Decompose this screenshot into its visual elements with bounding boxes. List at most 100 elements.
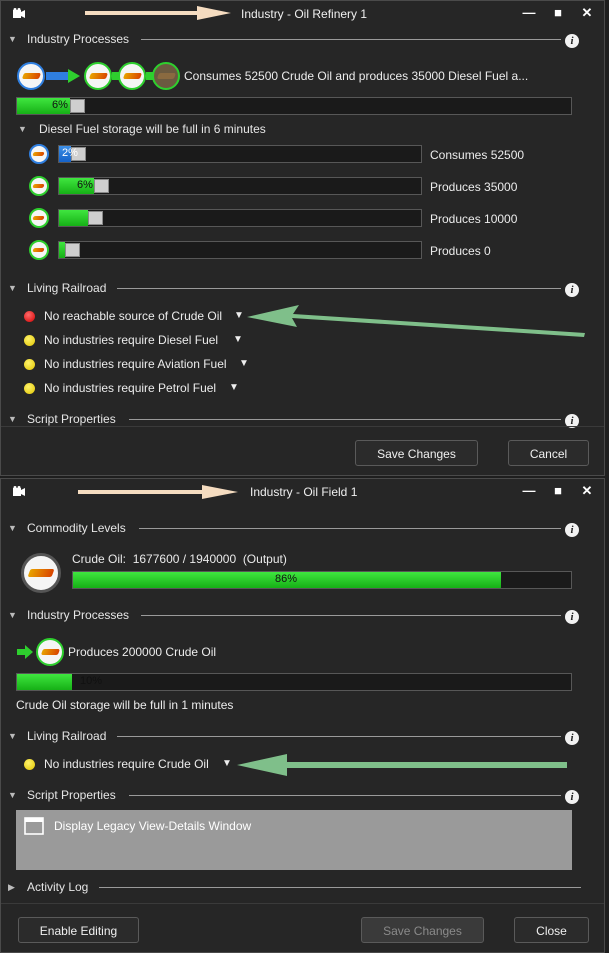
maximize-icon[interactable]: ■ xyxy=(551,6,565,20)
section-storage[interactable]: ▼ Diesel Fuel storage will be full in 6 … xyxy=(1,121,604,139)
section-label: Commodity Levels xyxy=(27,521,126,535)
collapse-triangle-icon[interactable]: ▼ xyxy=(18,124,27,134)
expand-triangle-icon[interactable]: ▶ xyxy=(8,882,15,893)
section-industry-processes[interactable]: ▼ Industry Processes i xyxy=(1,607,604,625)
section-label: Industry Processes xyxy=(27,608,130,622)
section-industry-processes[interactable]: ▼ Industry Processes i xyxy=(1,31,604,49)
info-icon[interactable]: i xyxy=(565,34,579,48)
info-icon[interactable]: i xyxy=(565,790,579,804)
legacy-view-button[interactable]: Display Legacy View-Details Window xyxy=(24,816,251,836)
close-icon[interactable]: ✕ xyxy=(580,6,594,20)
railroad-item-text: No industries require Crude Oil xyxy=(44,757,209,771)
section-label: Industry Processes xyxy=(27,32,130,46)
triangle-down-icon[interactable]: ▼ xyxy=(229,382,239,393)
section-living-railroad[interactable]: ▼ Living Railroad i xyxy=(1,728,604,746)
storage-bar xyxy=(58,241,422,259)
titlebar[interactable]: Industry - Oil Field 1 — ■ ✕ xyxy=(1,479,604,505)
commodity-kind: (Output) xyxy=(242,552,287,566)
section-script-properties[interactable]: ▼ Script Properties i xyxy=(1,787,604,805)
annotation-arrow-left xyxy=(237,754,567,776)
storage-bar xyxy=(58,209,422,227)
save-changes-button[interactable]: Save Changes xyxy=(361,917,484,943)
section-divider xyxy=(141,615,561,616)
camera-icon[interactable] xyxy=(13,8,25,18)
triangle-down-icon[interactable]: ▼ xyxy=(239,358,249,369)
status-dot-red xyxy=(24,311,35,322)
process-arrow-icon xyxy=(17,645,33,659)
cancel-button[interactable]: Cancel xyxy=(508,440,589,466)
section-divider xyxy=(139,528,561,529)
triangle-down-icon[interactable]: ▼ xyxy=(233,334,243,345)
maximize-icon[interactable]: ■ xyxy=(551,484,565,498)
storage-bar: 6% xyxy=(58,177,422,195)
collapse-triangle-icon[interactable]: ▼ xyxy=(8,790,17,800)
crude-oil-icon xyxy=(21,553,61,593)
window-icon xyxy=(24,817,44,835)
info-icon[interactable]: i xyxy=(565,523,579,537)
collapse-triangle-icon[interactable]: ▼ xyxy=(8,523,17,533)
progress-fill xyxy=(59,210,88,226)
annotation-arrow-right xyxy=(78,485,238,499)
status-dot-yellow xyxy=(24,383,35,394)
titlebar[interactable]: Industry - Oil Refinery 1 — ■ ✕ xyxy=(1,1,604,27)
railroad-item-text: No reachable source of Crude Oil xyxy=(44,309,223,323)
collapse-triangle-icon[interactable]: ▼ xyxy=(8,414,17,424)
minimize-icon[interactable]: — xyxy=(522,6,536,20)
petrol-fuel-icon xyxy=(29,240,49,260)
progress-fill xyxy=(17,674,72,690)
section-label: Living Railroad xyxy=(27,729,107,743)
minimize-icon[interactable]: — xyxy=(522,484,536,498)
process-arrow-icon xyxy=(46,69,80,83)
progress-knob xyxy=(94,179,109,193)
process-progress-bar: 10% xyxy=(16,673,572,691)
info-icon[interactable]: i xyxy=(565,283,579,297)
section-divider xyxy=(117,736,561,737)
annotation-arrow-left xyxy=(247,305,585,337)
footer-divider xyxy=(1,426,604,427)
close-button[interactable]: Close xyxy=(514,917,589,943)
railroad-item-text: No industries require Aviation Fuel xyxy=(44,357,227,371)
legacy-view-panel: Display Legacy View-Details Window xyxy=(16,810,572,870)
camera-icon[interactable] xyxy=(13,486,25,496)
status-dot-yellow xyxy=(24,359,35,370)
crude-oil-icon xyxy=(36,638,64,666)
collapse-triangle-icon[interactable]: ▼ xyxy=(8,34,17,44)
railroad-item-text: No industries require Diesel Fuel xyxy=(44,333,219,347)
process-summary: Produces 200000 Crude Oil xyxy=(68,645,217,659)
aviation-fuel-icon xyxy=(29,208,49,228)
section-activity-log[interactable]: ▶ Activity Log xyxy=(1,879,604,897)
storage-percent: 2% xyxy=(62,147,78,159)
save-changes-button[interactable]: Save Changes xyxy=(355,440,478,466)
collapse-triangle-icon[interactable]: ▼ xyxy=(8,283,17,293)
storage-percent: 6% xyxy=(77,179,93,191)
storage-label: Produces 10000 xyxy=(430,212,518,226)
commodity-name: Crude Oil: xyxy=(72,552,127,566)
annotation-arrow-right xyxy=(85,6,231,20)
progress-knob xyxy=(65,243,80,257)
window-oil-field: Industry - Oil Field 1 — ■ ✕ ▼ Commodity… xyxy=(0,478,605,953)
legacy-view-label: Display Legacy View-Details Window xyxy=(54,819,252,833)
info-icon[interactable]: i xyxy=(565,610,579,624)
triangle-down-icon[interactable]: ▼ xyxy=(222,758,232,769)
railroad-item-text: No industries require Petrol Fuel xyxy=(44,381,217,395)
crude-oil-icon xyxy=(17,62,45,90)
storage-bar: 2% xyxy=(58,145,422,163)
section-divider xyxy=(141,39,561,40)
section-label: Script Properties xyxy=(27,788,116,802)
section-label: Activity Log xyxy=(27,880,89,894)
triangle-down-icon[interactable]: ▼ xyxy=(234,310,244,321)
diesel-fuel-icon xyxy=(29,176,49,196)
enable-editing-button[interactable]: Enable Editing xyxy=(18,917,139,943)
section-divider xyxy=(117,288,561,289)
storage-label: Produces 35000 xyxy=(430,180,518,194)
section-living-railroad[interactable]: ▼ Living Railroad i xyxy=(1,280,604,298)
process-progress-bar: 6% xyxy=(16,97,572,115)
window-title: Industry - Oil Refinery 1 xyxy=(241,7,368,21)
info-icon[interactable]: i xyxy=(565,731,579,745)
close-icon[interactable]: ✕ xyxy=(580,484,594,498)
aviation-fuel-icon xyxy=(118,62,146,90)
collapse-triangle-icon[interactable]: ▼ xyxy=(8,731,17,741)
section-commodity-levels[interactable]: ▼ Commodity Levels i xyxy=(1,520,604,538)
storage-label: Consumes 52500 xyxy=(430,148,525,162)
collapse-triangle-icon[interactable]: ▼ xyxy=(8,610,17,620)
